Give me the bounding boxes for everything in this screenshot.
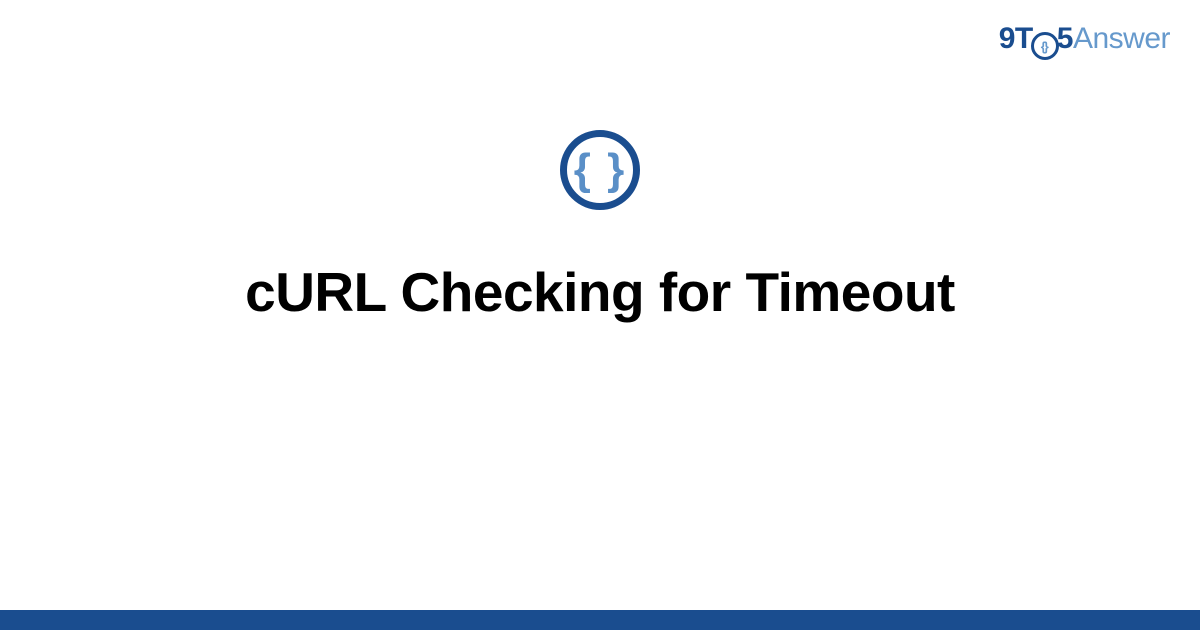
brand-text-9t: 9T [999, 22, 1033, 55]
clock-icon: {} [1031, 32, 1059, 60]
code-braces-icon: { } [560, 130, 640, 210]
page-title: cURL Checking for Timeout [0, 260, 1200, 324]
braces-glyph: { } [574, 148, 626, 192]
brand-text-5: 5 [1057, 22, 1073, 55]
brand-logo: 9T {} 5Answer [999, 22, 1170, 60]
clock-hands: {} [1041, 39, 1049, 53]
main-content: { } cURL Checking for Timeout [0, 130, 1200, 324]
brand-text-answer: Answer [1073, 22, 1170, 55]
footer-bar [0, 610, 1200, 630]
